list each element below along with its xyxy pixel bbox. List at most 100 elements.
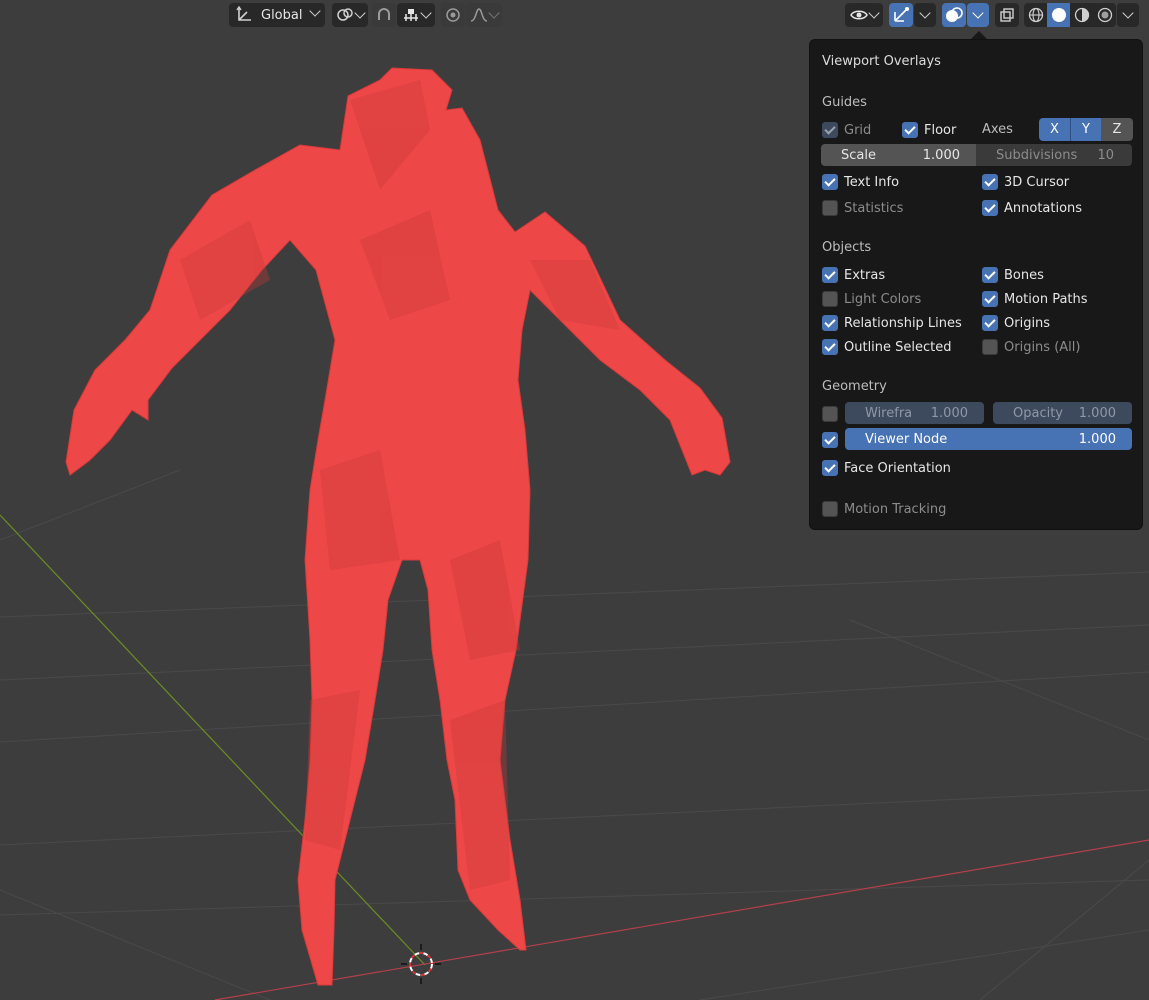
- pivot-icon: [337, 8, 353, 21]
- wireframe-opacity-field[interactable]: Opacity 1.000: [993, 402, 1132, 424]
- light-colors-checkbox[interactable]: Light Colors: [822, 291, 921, 307]
- snap-toggle[interactable]: [372, 3, 396, 27]
- annotations-checkbox[interactable]: Annotations: [982, 200, 1082, 216]
- transform-orientation-label: Global: [261, 7, 303, 23]
- checkbox-icon: [822, 122, 838, 138]
- wireframe-checkbox[interactable]: [822, 406, 844, 422]
- 3d-cursor-checkbox[interactable]: 3D Cursor: [982, 174, 1069, 190]
- chevron-down-icon: [972, 7, 984, 19]
- viewer-node-checkbox[interactable]: [822, 432, 844, 448]
- xray-icon: [1000, 8, 1014, 22]
- axis-x-toggle[interactable]: X: [1039, 118, 1070, 141]
- floor-label: Floor: [924, 122, 957, 138]
- wireframe-label: Wirefra: [865, 405, 913, 421]
- checkbox-icon: [822, 501, 838, 517]
- checkbox-icon: [982, 315, 998, 331]
- wireframe-value: 1.000: [930, 405, 968, 421]
- face-orientation-checkbox[interactable]: Face Orientation: [822, 460, 951, 476]
- motion-tracking-checkbox[interactable]: Motion Tracking: [822, 501, 946, 517]
- viewer-node-label: Viewer Node: [865, 431, 948, 447]
- chevron-down-icon: [488, 7, 500, 19]
- grid-label: Grid: [844, 122, 872, 138]
- relationship-lines-checkbox[interactable]: Relationship Lines: [822, 315, 962, 331]
- opacity-value: 1.000: [1078, 405, 1116, 421]
- subdivisions-label: Subdivisions: [996, 147, 1078, 163]
- checkbox-icon: [822, 267, 838, 283]
- origins-checkbox[interactable]: Origins: [982, 315, 1050, 331]
- shading-dropdown[interactable]: [1117, 3, 1139, 27]
- grid-checkbox[interactable]: Grid: [822, 122, 871, 138]
- 3d-cursor-label: 3D Cursor: [1004, 174, 1070, 190]
- chevron-down-icon: [1122, 7, 1134, 19]
- bones-label: Bones: [1004, 267, 1044, 283]
- chevron-down-icon: [868, 7, 880, 19]
- outline-selected-label: Outline Selected: [844, 339, 952, 355]
- overlays-toggle[interactable]: [942, 3, 966, 27]
- viewer-node-field[interactable]: Viewer Node 1.000: [845, 428, 1132, 450]
- material-shading-button[interactable]: [1070, 3, 1093, 27]
- proportional-falloff-dropdown[interactable]: [466, 3, 502, 27]
- chevron-down-icon: [919, 7, 931, 19]
- subdivisions-field[interactable]: Subdivisions 10: [976, 144, 1132, 166]
- rendered-shading-icon: [1097, 7, 1112, 23]
- statistics-checkbox[interactable]: Statistics: [822, 200, 903, 216]
- checkbox-icon: [982, 267, 998, 283]
- snap-icon: [378, 8, 390, 20]
- light-colors-label: Light Colors: [844, 291, 922, 307]
- checkbox-icon: [822, 174, 838, 190]
- checkbox-icon: [982, 200, 998, 216]
- origins-label: Origins: [1004, 315, 1051, 331]
- transform-orientation-icon: [236, 6, 251, 21]
- face-orientation-label: Face Orientation: [844, 460, 951, 476]
- chevron-down-icon: [420, 7, 432, 19]
- checkbox-icon: [822, 291, 838, 307]
- bones-checkbox[interactable]: Bones: [982, 267, 1044, 283]
- floor-checkbox[interactable]: Floor: [902, 122, 956, 138]
- wireframe-shading-button[interactable]: [1024, 3, 1047, 27]
- rendered-shading-button[interactable]: [1093, 3, 1116, 27]
- relationship-lines-label: Relationship Lines: [844, 315, 962, 331]
- solid-shading-button[interactable]: [1047, 3, 1070, 27]
- axes-label: Axes: [982, 122, 1013, 137]
- proportional-edit-toggle[interactable]: [441, 3, 465, 27]
- solid-shading-icon: [1051, 8, 1066, 22]
- text-info-label: Text Info: [844, 174, 900, 190]
- checkbox-icon: [982, 291, 998, 307]
- object-visibility-dropdown[interactable]: [845, 3, 883, 27]
- snap-increment-icon: [404, 9, 418, 21]
- axis-y-toggle[interactable]: Y: [1070, 118, 1101, 141]
- transform-orientation-dropdown[interactable]: Global: [229, 3, 325, 27]
- motion-tracking-label: Motion Tracking: [844, 501, 947, 517]
- motion-paths-checkbox[interactable]: Motion Paths: [982, 291, 1088, 307]
- gizmo-toggle[interactable]: [889, 3, 913, 27]
- checkbox-icon: [982, 339, 998, 355]
- text-info-checkbox[interactable]: Text Info: [822, 174, 899, 190]
- falloff-icon: [470, 8, 488, 22]
- section-guides: Guides: [822, 95, 867, 110]
- section-objects: Objects: [822, 240, 872, 255]
- axis-z-toggle[interactable]: Z: [1101, 118, 1133, 141]
- checkbox-icon: [822, 200, 838, 216]
- scale-label: Scale: [841, 147, 876, 163]
- checkbox-icon: [822, 460, 838, 476]
- xray-toggle[interactable]: [995, 3, 1019, 27]
- overlays-dropdown[interactable]: [967, 3, 989, 27]
- wireframe-threshold-field[interactable]: Wirefra 1.000: [845, 402, 984, 424]
- checkbox-icon: [822, 315, 838, 331]
- scale-value: 1.000: [922, 147, 960, 163]
- pivot-point-dropdown[interactable]: [332, 3, 368, 27]
- section-geometry: Geometry: [822, 379, 887, 394]
- extras-label: Extras: [844, 267, 886, 283]
- scale-field[interactable]: Scale 1.000: [821, 144, 976, 166]
- viewer-node-value: 1.000: [1078, 431, 1116, 447]
- outline-selected-checkbox[interactable]: Outline Selected: [822, 339, 952, 355]
- gizmo-dropdown[interactable]: [914, 3, 936, 27]
- chevron-down-icon: [309, 5, 321, 17]
- motion-paths-label: Motion Paths: [1004, 291, 1088, 307]
- origins-all-label: Origins (All): [1004, 339, 1081, 355]
- extras-checkbox[interactable]: Extras: [822, 267, 885, 283]
- snap-target-dropdown[interactable]: [397, 3, 435, 27]
- origins-all-checkbox[interactable]: Origins (All): [982, 339, 1080, 355]
- popover-title: Viewport Overlays: [822, 54, 941, 69]
- opacity-label: Opacity: [1013, 405, 1064, 421]
